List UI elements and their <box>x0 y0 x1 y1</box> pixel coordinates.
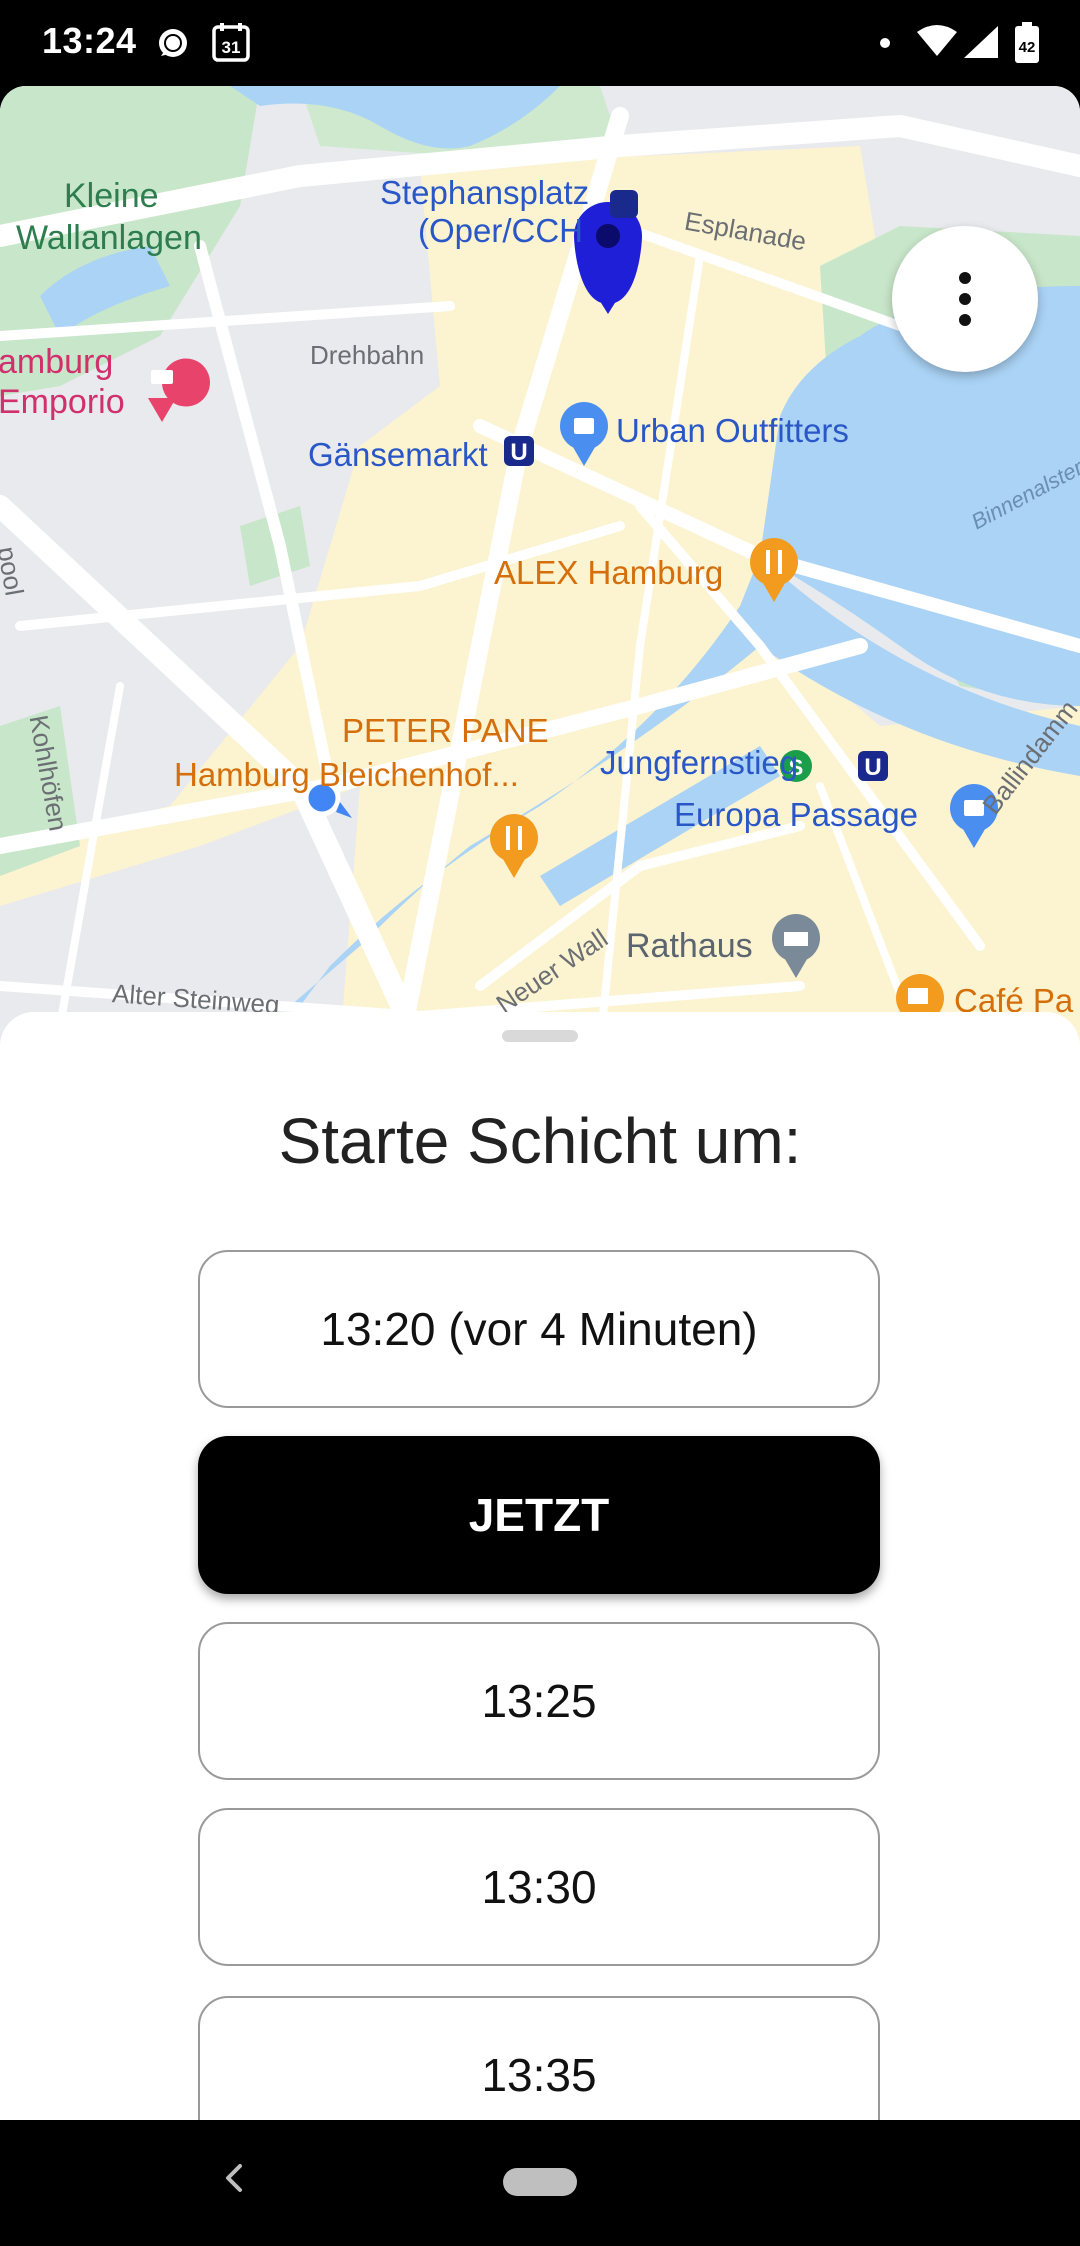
svg-text:U: U <box>510 439 527 466</box>
map-label-wallanlagen: Wallanlagen <box>16 219 202 257</box>
back-icon[interactable] <box>220 2158 250 2203</box>
time-option-1320[interactable]: 13:20 (vor 4 Minuten) <box>198 1250 880 1408</box>
map-label-emporio: Emporio <box>0 383 125 421</box>
map-label-drehbahn: Drehbahn <box>310 340 425 370</box>
map-label-alex-hamburg: ALEX Hamburg <box>494 554 724 591</box>
time-option-now[interactable]: JETZT <box>198 1436 880 1594</box>
map-view[interactable]: U S U Kleine Wallanlagen Stephansplatz (… <box>0 86 1080 1046</box>
sheet-title: Starte Schicht um: <box>278 1105 802 1177</box>
status-time: 13:24 <box>42 20 137 61</box>
map-label-gaensemarkt: Gänsemarkt <box>308 436 488 473</box>
map-label-peter-pane: PETER PANE <box>342 712 549 749</box>
map-label-kleine: Kleine <box>64 177 159 215</box>
sheet-drag-handle[interactable] <box>502 1030 578 1042</box>
time-option-1335[interactable]: 13:35 <box>198 1996 880 2120</box>
home-pill-icon[interactable] <box>503 2168 577 2196</box>
wifi-icon <box>916 24 958 63</box>
map-label-rathaus: Rathaus <box>626 927 753 965</box>
more-vert-icon <box>959 272 971 326</box>
notification-dot-icon <box>880 38 890 48</box>
time-option-1325[interactable]: 13:25 <box>198 1622 880 1780</box>
map-label-europa-passage: Europa Passage <box>674 796 919 833</box>
map-label-urban-outfitters: Urban Outfitters <box>616 412 849 449</box>
chat-bubble-icon <box>155 26 191 67</box>
battery-icon: 42 <box>1014 22 1040 69</box>
time-option-1330[interactable]: 13:30 <box>198 1808 880 1966</box>
map-label-peter-pane-bleichenhof: Hamburg Bleichenhof... <box>174 756 519 793</box>
calendar-day: 31 <box>222 38 241 57</box>
battery-level: 42 <box>1019 39 1036 56</box>
map-label-jungfernstieg: Jungfernstieg <box>600 744 799 781</box>
map-label-hamburg: amburg <box>0 343 114 381</box>
map-label-stephansplatz: Stephansplatz <box>380 174 590 211</box>
status-bar: 13:24 31 42 <box>0 0 1080 86</box>
svg-text:U: U <box>864 754 881 781</box>
calendar-icon: 31 <box>212 22 250 67</box>
shift-start-sheet: Starte Schicht um: 13:20 (vor 4 Minuten)… <box>0 1012 1080 2120</box>
more-options-button[interactable] <box>892 226 1038 372</box>
map-label-oper-cch: (Oper/CCH <box>418 212 584 249</box>
cell-signal-icon <box>962 24 1000 65</box>
system-nav-bar <box>0 2120 1080 2246</box>
